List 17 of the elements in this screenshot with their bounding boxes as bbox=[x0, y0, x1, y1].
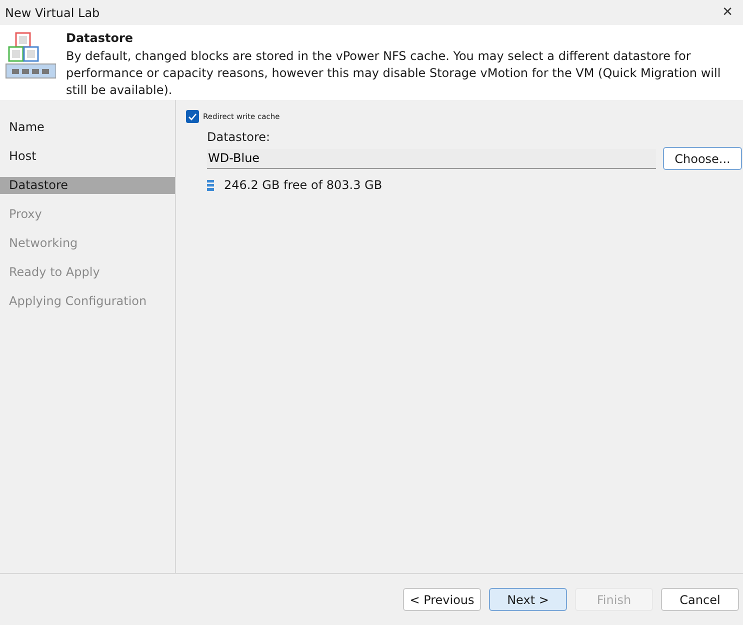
free-space-text: 246.2 GB free of 803.3 GB bbox=[224, 178, 382, 192]
wizard-button[interactable]: < Previous bbox=[403, 588, 481, 611]
close-button[interactable]: ✕ bbox=[720, 5, 735, 20]
database-icon bbox=[207, 180, 214, 190]
wizard-step[interactable]: Name bbox=[0, 113, 175, 142]
datastore-field[interactable]: WD-Blue bbox=[207, 148, 656, 168]
wizard-button[interactable]: Next > bbox=[489, 588, 567, 611]
wizard-step[interactable]: Host bbox=[0, 142, 175, 171]
page-description: By default, changed blocks are stored in the vPower NFS cache. You may select a different datastore for performance or capacity reasons, however this may disable Storage vMotion for the VM (Quick Migration will still be available). bbox=[66, 48, 722, 99]
page-title: Datastore bbox=[66, 31, 134, 45]
redirect-checkbox[interactable] bbox=[186, 110, 199, 123]
window-title: New Virtual Lab bbox=[5, 6, 100, 20]
datastore-logo-icon bbox=[4, 31, 56, 81]
wizard-step[interactable]: Datastore bbox=[0, 177, 175, 194]
datastore-label: Datastore: bbox=[207, 130, 272, 144]
choose-button[interactable]: Choose... bbox=[663, 147, 742, 170]
wizard-button[interactable]: Cancel bbox=[661, 588, 739, 611]
